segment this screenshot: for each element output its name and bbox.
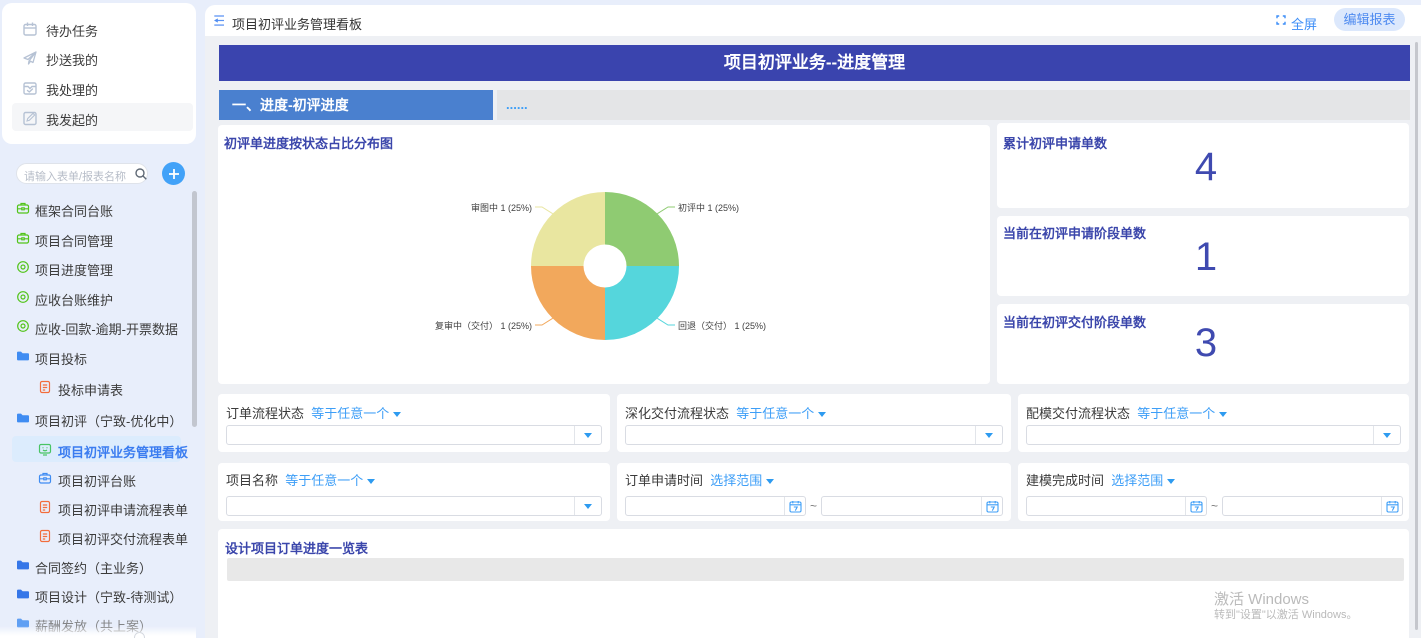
svg-text:复审中（交付） 1 (25%): 复审中（交付） 1 (25%) — [435, 320, 532, 331]
svg-text:回退（交付） 1 (25%): 回退（交付） 1 (25%) — [678, 320, 766, 331]
svg-text:初评中 1 (25%): 初评中 1 (25%) — [678, 202, 739, 213]
svg-text:审图中 1 (25%): 审图中 1 (25%) — [471, 202, 532, 213]
